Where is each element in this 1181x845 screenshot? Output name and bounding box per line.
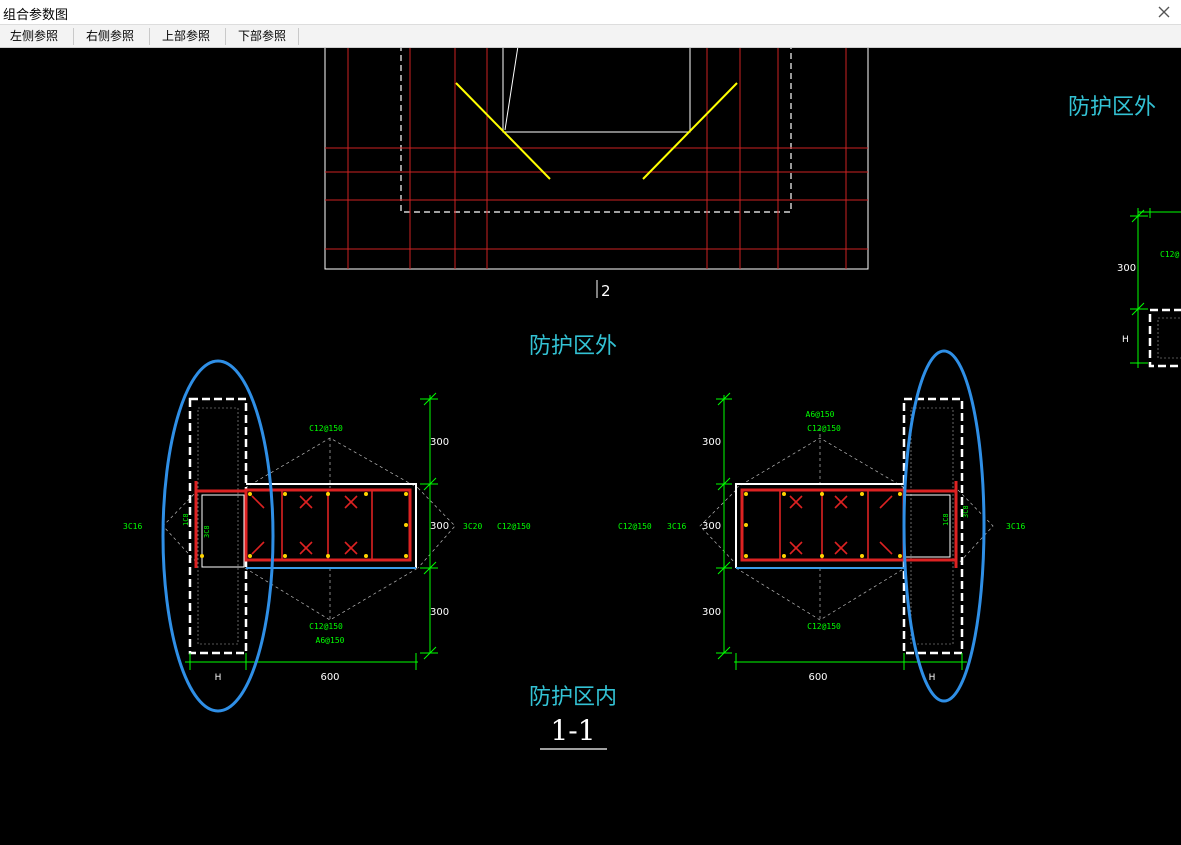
far-right-dim-300: 300 (1117, 263, 1136, 274)
right-rebar-top2: C12@150 (807, 424, 841, 433)
right-rebar-bot: C12@150 (807, 622, 841, 631)
toolbar-divider (225, 28, 226, 45)
inner-zone-label: 防护区内 (529, 685, 617, 710)
right-dim-600: 600 (808, 672, 827, 683)
left-rebar-side-right: 3C20 (463, 522, 482, 531)
left-reference-button[interactable]: 左侧参照 (0, 25, 68, 47)
far-right-rebar-top: C12@ (1160, 250, 1179, 259)
left-rebar-bot: C12@150 (309, 622, 343, 631)
left-section-detail: 300 300 300 600 H C12@150 C12@150 A6@150… (123, 359, 531, 713)
right-section-detail: 300 300 300 600 H A6@150 C12@150 C12@150… (618, 349, 1025, 703)
toolbar-divider (149, 28, 150, 45)
far-right-dim-h: H (1122, 335, 1129, 345)
left-rebar-side-left: 3C16 (123, 522, 142, 531)
left-rebar-vert-a: 1C8 (182, 513, 190, 526)
right-reference-button[interactable]: 右侧参照 (76, 25, 144, 47)
section-label: 1-1 (550, 714, 595, 747)
left-rebar-top: C12@150 (309, 424, 343, 433)
left-dim-300-bot: 300 (430, 607, 449, 618)
right-rebar-side-right: 3C16 (1006, 522, 1025, 531)
left-dim-600: 600 (320, 672, 339, 683)
right-dim-h: H (929, 673, 936, 683)
outer-zone-label: 防护区外 (529, 334, 617, 359)
right-rebar-top: A6@150 (806, 410, 835, 419)
left-dim-h: H (215, 673, 222, 683)
left-rebar-bot2: A6@150 (316, 636, 345, 645)
title-bar: 组合参数图 (0, 0, 1181, 24)
left-highlight-ellipse (161, 359, 275, 713)
right-rebar-side-mid: 3C16 (667, 522, 686, 531)
left-dim-300-top: 300 (430, 437, 449, 448)
column-marker: 2 (601, 282, 611, 300)
toolbar-divider (298, 28, 299, 45)
window-title: 组合参数图 (3, 8, 69, 23)
top-plan: 2 (324, 48, 869, 300)
bottom-reference-button[interactable]: 下部参照 (228, 25, 296, 47)
right-dim-300-bot: 300 (702, 607, 721, 618)
toolbar: 左侧参照 右侧参照 上部参照 下部参照 (0, 24, 1181, 48)
drawing-canvas[interactable]: 2 防护区外 防护区外 防护区内 1-1 300 300 300 600 H C… (0, 48, 1181, 845)
right-rebar-vert-a: 1C8 (942, 513, 950, 526)
top-right-zone-label: 防护区外 (1068, 95, 1156, 120)
left-rebar-vert-b: 3C8 (203, 525, 211, 538)
close-icon[interactable] (1155, 3, 1173, 21)
right-rebar-vert-b: 3C8 (962, 505, 970, 518)
top-reference-button[interactable]: 上部参照 (152, 25, 220, 47)
right-dim-300-top: 300 (702, 437, 721, 448)
left-dim-300-mid: 300 (430, 521, 449, 532)
right-dim-300-mid: 300 (702, 521, 721, 532)
toolbar-divider (73, 28, 74, 45)
far-right-partial-detail: 300 H C12@ (1117, 208, 1181, 368)
right-rebar-side-left: C12@150 (618, 522, 652, 531)
left-rebar-side-far: C12@150 (497, 522, 531, 531)
